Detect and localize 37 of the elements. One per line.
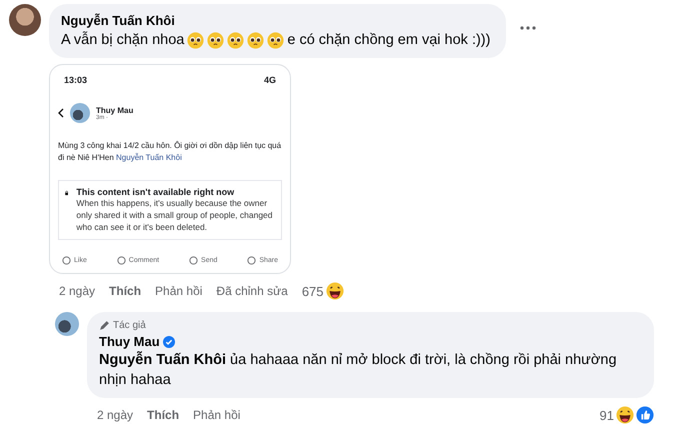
avatar[interactable]: [55, 312, 79, 336]
pleading-face-icon: [227, 32, 244, 48]
notice-title: This content isn't available right now: [76, 186, 236, 197]
pleading-face-icon: [247, 32, 264, 48]
like-link[interactable]: Thích: [109, 284, 142, 298]
network-label: 4G: [264, 75, 276, 85]
notice-text: When this happens, it's usually because the owner only shared it with a small group of people, changed who can see it or it's been deleted.: [76, 197, 274, 233]
author-name[interactable]: Thuy Mau: [99, 333, 160, 350]
edited-label: Đã chỉnh sửa: [216, 284, 288, 298]
pleading-face-icon: [267, 32, 284, 48]
laughing-face-icon: [616, 406, 634, 424]
laughing-face-icon: [326, 282, 344, 300]
timestamp: 2 ngày: [59, 284, 96, 298]
like-link[interactable]: Thích: [147, 408, 180, 422]
thumbs-up-icon: [636, 406, 654, 424]
reaction-count[interactable]: 675: [302, 284, 324, 298]
avatar[interactable]: [9, 4, 41, 36]
author-name[interactable]: Nguyễn Tuấn Khôi: [61, 13, 175, 28]
reply-text: Nguyễn Tuấn Khôi ủa hahaaa năn nỉ mở block đi trời, là chồng rồi phải nhường nhịn hahaa: [99, 350, 618, 390]
pleading-face-icon: [187, 32, 204, 48]
reply-link[interactable]: Phản hồi: [193, 408, 240, 422]
comment-text: A vẫn bị chặn nhoa: [61, 30, 184, 50]
reply-link[interactable]: Phản hồi: [155, 284, 202, 298]
reaction-count[interactable]: 91: [600, 408, 614, 422]
pleading-face-icon: [207, 32, 224, 48]
poster-avatar: [70, 103, 90, 124]
comment-text: e có chặn chồng em vại hok :))): [287, 31, 490, 50]
mention-link[interactable]: Nguyễn Tuấn Khôi: [116, 152, 182, 162]
attached-screenshot[interactable]: [49, 64, 291, 274]
timestamp: 2 ngày: [97, 408, 134, 422]
poster-name: Thuy Mau: [96, 106, 134, 115]
back-icon: [58, 108, 64, 118]
pen-icon: [99, 320, 110, 331]
author-label: Tác giả: [113, 320, 146, 331]
more-options-icon[interactable]: [520, 26, 536, 30]
post-text: Mùng 3 công khai 14/2 cầu hôn. Ôi giời ơi dồn dập liên tục quá đi nè Niê H'Hen Nguyễn Tuấn Khôi: [58, 140, 282, 164]
status-time: 13:03: [64, 75, 88, 85]
